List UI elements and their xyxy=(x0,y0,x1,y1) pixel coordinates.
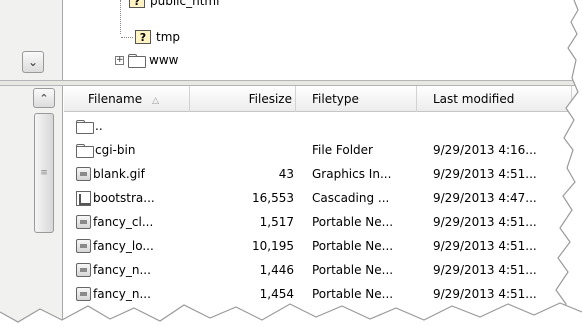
file-size: 1,446 xyxy=(259,263,294,277)
tree-item-www[interactable]: + www xyxy=(115,50,178,70)
table-row[interactable]: .. xyxy=(64,114,582,138)
chevron-up-icon: ⌃ xyxy=(39,91,49,105)
file-modified: 9/29/2013 4:51... xyxy=(433,215,537,229)
tree-scrollbar[interactable]: ⌄ xyxy=(0,0,63,80)
folder-icon xyxy=(76,143,94,158)
file-size: 10,195 xyxy=(252,239,294,253)
file-type: Cascading ... xyxy=(312,191,390,205)
torn-edge-bottom xyxy=(0,302,582,326)
file-type: File Folder xyxy=(312,143,373,157)
remote-file-list: ⌃ ≡ Filename △ Filesize Filetype Last mod… xyxy=(0,86,582,326)
column-header-row: Filename △ Filesize Filetype Last modifie… xyxy=(64,86,582,112)
torn-edge-right xyxy=(555,0,582,326)
file-name: bootstra... xyxy=(93,191,155,205)
sort-ascending-icon: △ xyxy=(152,96,160,106)
table-row[interactable]: fancy_cl... 1,517 Portable Ne... 9/29/20… xyxy=(64,210,582,234)
file-name: fancy_n... xyxy=(93,263,151,277)
chevron-down-icon: ⌄ xyxy=(27,55,39,69)
file-name: fancy_cl... xyxy=(93,215,154,229)
table-row[interactable]: fancy_lo... 10,195 Portable Ne... 9/29/2… xyxy=(64,234,582,258)
table-row[interactable]: fancy_n... 1,446 Portable Ne... 9/29/201… xyxy=(64,258,582,282)
file-modified: 9/29/2013 4:51... xyxy=(433,167,537,181)
css-file-icon xyxy=(76,190,91,206)
image-file-icon xyxy=(76,239,91,253)
scroll-down-button[interactable]: ⌄ xyxy=(22,51,44,73)
question-icon: ? xyxy=(135,30,151,44)
column-header-label: Last modified xyxy=(433,92,515,106)
table-row[interactable]: bootstra... 16,553 Cascading ... 9/29/20… xyxy=(64,186,582,210)
tree-connector xyxy=(121,37,133,38)
image-file-icon xyxy=(76,263,91,277)
file-type: Portable Ne... xyxy=(312,263,394,277)
table-row[interactable]: blank.gif 43 Graphics In... 9/29/2013 4:… xyxy=(64,162,582,186)
list-scrollbar[interactable]: ⌃ ≡ xyxy=(0,86,63,326)
file-size xyxy=(200,138,294,162)
file-name: fancy_lo... xyxy=(93,239,154,253)
question-icon: ? xyxy=(129,0,145,8)
file-size: 43 xyxy=(278,167,294,181)
column-header-label: Filetype xyxy=(312,92,359,106)
column-header-label: Filename xyxy=(88,92,143,106)
column-header-filesize[interactable]: Filesize xyxy=(190,86,296,112)
expand-icon[interactable]: + xyxy=(115,55,124,65)
column-header-filetype[interactable]: Filetype xyxy=(296,86,417,112)
tree-item-public-html[interactable]: ? public_html xyxy=(129,0,219,11)
file-modified: 9/29/2013 4:16... xyxy=(433,143,537,157)
column-header-last-modified[interactable]: Last modified xyxy=(417,86,572,112)
scrollbar-thumb[interactable]: ≡ xyxy=(34,113,54,233)
file-type: Graphics In... xyxy=(312,167,392,181)
image-file-icon xyxy=(76,215,91,229)
tree-item-label: tmp xyxy=(156,30,181,44)
file-modified: 9/29/2013 4:47... xyxy=(433,191,537,205)
folder-icon xyxy=(128,53,146,68)
image-file-icon xyxy=(76,287,91,301)
tree-connector xyxy=(120,0,121,34)
column-header-label: Filesize xyxy=(248,92,292,106)
grip-icon: ≡ xyxy=(40,168,48,178)
folder-icon xyxy=(76,119,94,134)
file-size: 16,553 xyxy=(252,191,294,205)
image-file-icon xyxy=(76,167,91,181)
file-modified: 9/29/2013 4:51... xyxy=(433,263,537,277)
scroll-up-button[interactable]: ⌃ xyxy=(33,88,55,108)
tree-item-label: www xyxy=(149,53,179,67)
column-header-filename[interactable]: Filename △ xyxy=(64,86,190,112)
file-size: 1,517 xyxy=(259,215,294,229)
file-name: blank.gif xyxy=(93,167,145,181)
table-row[interactable]: cgi-bin File Folder 9/29/2013 4:16... xyxy=(64,138,582,162)
file-type: Portable Ne... xyxy=(312,215,394,229)
file-modified: 9/29/2013 4:51... xyxy=(433,239,537,253)
tree-item-label: public_html xyxy=(150,0,220,8)
tree-item-tmp[interactable]: ? tmp xyxy=(135,27,180,47)
file-name: cgi-bin xyxy=(95,143,136,157)
file-name: .. xyxy=(95,119,103,133)
remote-directory-tree: ⌄ ? public_html ? tmp + www xyxy=(0,0,582,80)
file-type: Portable Ne... xyxy=(312,239,394,253)
